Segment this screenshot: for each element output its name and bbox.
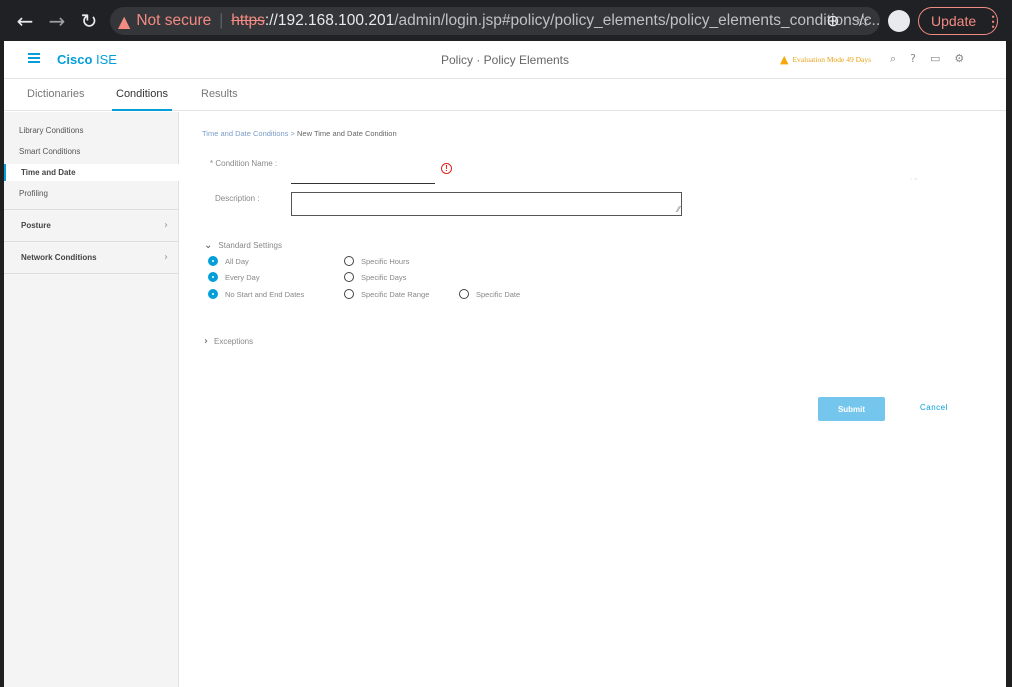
sidebar-item-library-conditions[interactable]: Library Conditions (19, 126, 83, 135)
cancel-link[interactable]: Cancel (920, 403, 948, 412)
exceptions-toggle[interactable]: › Exceptions (204, 336, 253, 347)
condition-name-input[interactable] (291, 156, 435, 184)
exceptions-label: Exceptions (214, 337, 254, 346)
radio-specific-days-label: Specific Days (361, 272, 407, 282)
sidebar-item-time-and-date[interactable]: Time and Date (21, 168, 76, 177)
standard-settings-toggle[interactable]: ⌄ Standard Settings (204, 240, 282, 251)
radio-unselected-icon (344, 256, 354, 266)
sidebar-item-smart-conditions[interactable]: Smart Conditions (19, 147, 80, 156)
evaluation-mode-notice[interactable]: ▲ Evaluation Mode 49 Days (780, 53, 871, 66)
header-icons: ⌕ ? ▭ ⚙ (890, 52, 964, 66)
chevron-down-icon: ⌄ (204, 240, 213, 251)
url-host: ://192.168.100.201 (264, 12, 395, 29)
dashboard-icon[interactable]: ▭ (930, 52, 940, 66)
back-icon[interactable]: ← (9, 9, 41, 33)
evaluation-mode-label: Evaluation Mode 49 Days (792, 55, 871, 64)
condition-name-label: * Condition Name : (210, 159, 278, 168)
update-button[interactable]: Update ⋮ (918, 7, 1001, 35)
tab-bar: Dictionaries Conditions Results (4, 79, 1006, 111)
description-textarea[interactable]: ⁄⁄ (291, 192, 682, 216)
sidebar-divider (4, 241, 179, 242)
radio-selected-icon (208, 272, 218, 282)
address-bar-actions: ⊕ ☆ (826, 11, 870, 30)
help-icon[interactable]: ? (910, 52, 916, 66)
search-icon[interactable]: ⌕ (890, 52, 896, 66)
radio-specific-hours-label: Specific Hours (361, 256, 410, 266)
settings-gear-icon[interactable]: ⚙ (954, 52, 964, 66)
active-tab-indicator (112, 109, 172, 111)
zoom-icon[interactable]: ⊕ (826, 11, 839, 30)
sidebar-divider (4, 273, 179, 274)
bookmark-star-icon[interactable]: ☆ (856, 11, 870, 30)
radio-specific-date-label: Specific Date (476, 289, 521, 299)
sidebar: Library Conditions Smart Conditions Time… (4, 112, 179, 687)
breadcrumb: Time and Date Conditions > New Time and … (202, 129, 397, 138)
reload-icon[interactable]: ↻ (73, 9, 105, 33)
radio-unselected-icon (344, 272, 354, 282)
url-scheme: https (231, 12, 265, 29)
radio-every-day[interactable]: Every Day (208, 272, 260, 282)
submit-button[interactable]: Submit (818, 397, 885, 421)
main-content: Time and Date Conditions > New Time and … (180, 112, 1006, 687)
radio-specific-days[interactable]: Specific Days (344, 272, 406, 282)
radio-unselected-icon (459, 289, 469, 299)
error-info-icon: ! (441, 163, 452, 174)
more-menu-icon: ⋮ (986, 12, 1001, 29)
radio-all-day-label: All Day (225, 256, 249, 266)
radio-every-day-label: Every Day (225, 272, 260, 282)
sidebar-divider (4, 209, 179, 210)
radio-no-start-end-label: No Start and End Dates (225, 289, 305, 299)
radio-selected-icon (208, 289, 218, 299)
chevron-right-icon: › (164, 252, 168, 263)
description-label: Description : (215, 194, 260, 203)
breadcrumb-current: New Time and Date Condition (297, 129, 397, 138)
faint-marker-icon: · ◦ (910, 176, 917, 183)
address-bar[interactable]: ▲ Not secure | https ://192.168.100.201 … (110, 7, 880, 35)
page: Cisco ISE Policy · Policy Elements ▲ Eva… (4, 41, 1006, 687)
warning-icon: ▲ (118, 11, 131, 31)
radio-specific-date-range-label: Specific Date Range (361, 289, 430, 299)
tab-dictionaries[interactable]: Dictionaries (27, 88, 84, 100)
browser-toolbar: ← → ↻ ▲ Not secure | https ://192.168.10… (0, 0, 1012, 41)
address-separator: | (219, 12, 224, 29)
chevron-right-icon: › (204, 336, 208, 347)
radio-specific-date[interactable]: Specific Date (459, 289, 520, 299)
radio-unselected-icon (344, 289, 354, 299)
window-edge (1006, 41, 1012, 687)
radio-no-start-end-dates[interactable]: No Start and End Dates (208, 289, 304, 299)
url-path: /admin/login.jsp#policy/policy_elements/… (394, 12, 880, 29)
warning-icon: ▲ (780, 53, 789, 66)
radio-specific-hours[interactable]: Specific Hours (344, 256, 409, 266)
breadcrumb-parent-link[interactable]: Time and Date Conditions (202, 129, 288, 138)
radio-all-day[interactable]: All Day (208, 256, 249, 266)
app-header: Cisco ISE Policy · Policy Elements ▲ Eva… (4, 41, 1006, 79)
profile-avatar[interactable] (888, 10, 910, 32)
radio-selected-icon (208, 256, 218, 266)
sidebar-item-posture[interactable]: Posture (21, 221, 51, 230)
tab-results[interactable]: Results (201, 88, 238, 100)
standard-settings-label: Standard Settings (218, 241, 282, 250)
chevron-right-icon: › (164, 220, 168, 231)
forward-icon[interactable]: → (41, 9, 73, 33)
sidebar-item-profiling[interactable]: Profiling (19, 189, 48, 198)
not-secure-label: Not secure (136, 12, 212, 29)
resize-handle-icon[interactable]: ⁄⁄ (677, 205, 680, 214)
radio-specific-date-range[interactable]: Specific Date Range (344, 289, 429, 299)
breadcrumb-separator: > (290, 129, 295, 138)
tab-conditions[interactable]: Conditions (116, 88, 168, 100)
update-label: Update (931, 13, 977, 29)
sidebar-item-network-conditions[interactable]: Network Conditions (21, 253, 97, 262)
